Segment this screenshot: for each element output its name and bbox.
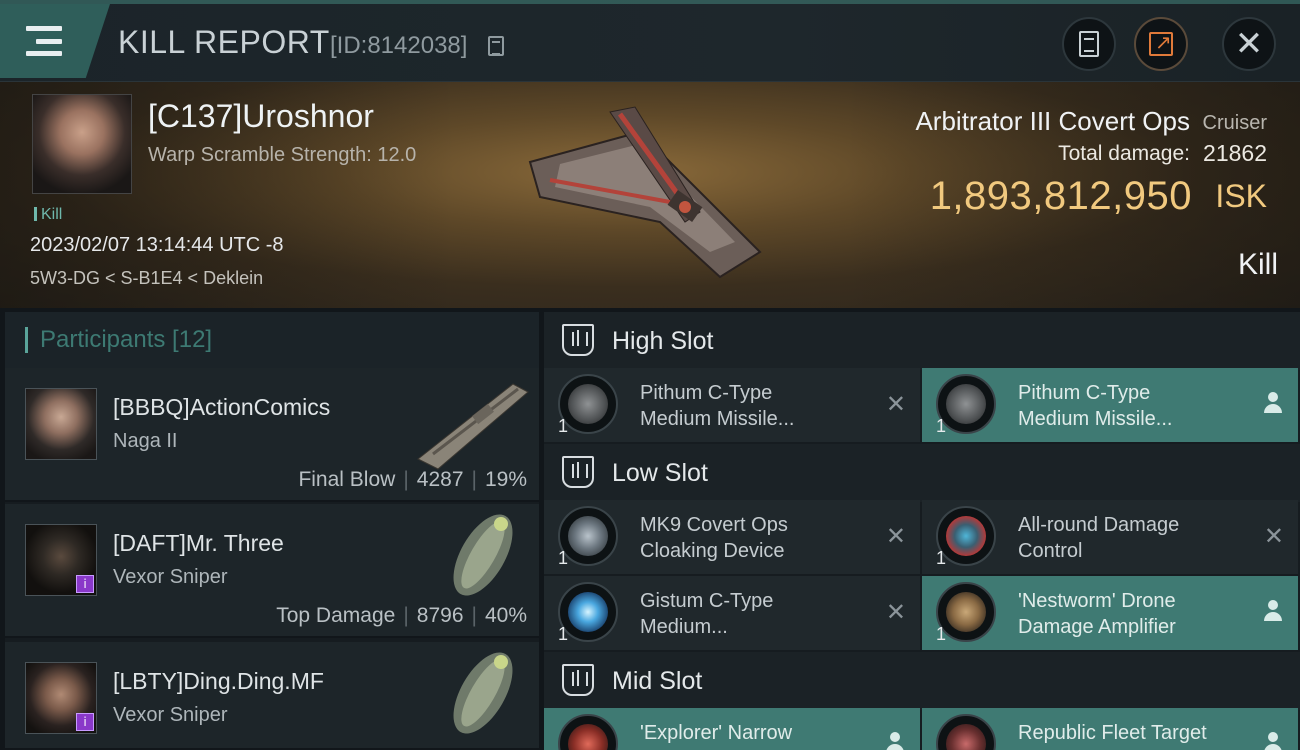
total-damage-value: 21862: [1203, 140, 1267, 166]
high-slot-header: High Slot: [544, 312, 1300, 370]
participant-ship: Naga II: [113, 430, 178, 452]
warp-scramble-strength: Warp Scramble Strength: 12.0: [148, 144, 417, 166]
isk-unit: ISK: [1215, 178, 1267, 214]
kill-tag: Kill: [34, 206, 62, 224]
report-id: [ID:8142038]: [330, 32, 468, 59]
participant-card[interactable]: i [LBTY]Ding.Ding.MF Vexor Sniper: [5, 642, 539, 750]
kill-datetime: 2023/02/07 13:14:44 UTC -8: [30, 234, 284, 256]
top-bar: KILL REPORT [ID:8142038] ✕: [0, 0, 1300, 82]
victim-name[interactable]: [C137]Uroshnor: [148, 98, 374, 135]
share-icon: [1149, 30, 1173, 56]
module-name: 'Explorer' Narrow: [640, 722, 793, 744]
participant-stats: Final Blow | 4287 | 19%: [298, 468, 527, 491]
module-quantity: 1: [936, 624, 947, 644]
info-badge-icon: i: [76, 575, 94, 593]
high-slot-icon: [562, 324, 594, 356]
participant-name: [LBTY]Ding.Ding.MF: [113, 668, 324, 694]
slot-title: High Slot: [612, 327, 714, 355]
victim-ship-class: Cruiser: [1202, 112, 1267, 134]
module-name: Republic Fleet Target: [1018, 722, 1207, 744]
module-item[interactable]: Republic Fleet Target: [922, 708, 1298, 750]
module-name: Pithum C-Type Medium Missile...: [1018, 382, 1173, 430]
module-item[interactable]: 1 MK9 Covert Ops Cloaking Device ✕: [544, 500, 920, 574]
mid-slot-icon: [562, 664, 594, 696]
participant-card[interactable]: i [DAFT]Mr. Three Vexor Sniper Top Damag…: [5, 504, 539, 638]
participant-ship-image: [417, 383, 529, 470]
kill-result: Kill: [1237, 248, 1278, 281]
kill-location[interactable]: 5W3-DG < S-B1E4 < Deklein: [30, 268, 263, 289]
module-name: Gistum C-Type Medium...: [640, 590, 774, 638]
participants-label: Participants [12]: [40, 326, 213, 353]
share-button[interactable]: [1134, 17, 1188, 71]
module-name: MK9 Covert Ops Cloaking Device: [640, 514, 788, 562]
module-quantity: 1: [558, 624, 569, 644]
module-quantity: 1: [558, 416, 569, 436]
participants-panel: Participants [12] [BBBQ]ActionComics Nag…: [5, 312, 539, 750]
module-item[interactable]: 1 'Nestworm' Drone Damage Amplifier: [922, 576, 1298, 650]
module-quantity: 1: [558, 548, 569, 568]
low-slot-header: Low Slot: [544, 444, 1300, 502]
target-painter-icon: [936, 714, 996, 750]
participant-card[interactable]: [BBBQ]ActionComics Naga II Final Blow | 42…: [5, 368, 539, 502]
mid-slot-header: Mid Slot: [544, 652, 1300, 710]
victim-banner: [C137]Uroshnor Warp Scramble Strength: 1…: [0, 82, 1300, 308]
total-damage-label: Total damage:: [1058, 142, 1190, 165]
person-icon: [1264, 392, 1282, 414]
page-title: KILL REPORT: [118, 24, 330, 60]
module-item[interactable]: 1 Pithum C-Type Medium Missile... ✕: [544, 368, 920, 442]
participant-name: [DAFT]Mr. Three: [113, 530, 284, 556]
module-name: All-round Damage Control: [1018, 514, 1180, 562]
person-icon: [886, 732, 904, 750]
participants-header: Participants [12]: [5, 312, 539, 368]
scanner-icon: [558, 714, 618, 750]
avatar: i: [25, 524, 97, 596]
fitting-panel: High Slot 1 Pithum C-Type Medium Missile.…: [544, 312, 1300, 750]
module-quantity: 1: [936, 416, 947, 436]
menu-button[interactable]: [0, 4, 110, 78]
info-badge-icon: i: [76, 713, 94, 731]
avatar: i: [25, 662, 97, 734]
module-item[interactable]: 1 All-round Damage Control ✕: [922, 500, 1298, 574]
victim-avatar[interactable]: [32, 94, 132, 194]
avatar: [25, 388, 97, 460]
destroyed-icon: ✕: [885, 598, 906, 626]
close-icon: ✕: [1234, 24, 1264, 64]
module-quantity: 1: [936, 548, 947, 568]
module-item[interactable]: 1 Gistum C-Type Medium... ✕: [544, 576, 920, 650]
person-icon: [1264, 600, 1282, 622]
module-item[interactable]: 'Explorer' Narrow: [544, 708, 920, 750]
close-button[interactable]: ✕: [1222, 17, 1276, 71]
hamburger-icon: [26, 26, 62, 56]
copy-icon[interactable]: [488, 36, 504, 56]
victim-ship-name[interactable]: Arbitrator III Covert Ops: [915, 106, 1190, 137]
destroyed-icon: ✕: [885, 390, 906, 418]
person-icon: [1264, 732, 1282, 750]
report-button[interactable]: [1062, 17, 1116, 71]
participant-stats: Top Damage | 8796 | 40%: [276, 604, 527, 627]
participant-ship: Vexor Sniper: [113, 566, 228, 588]
participant-ship-image: [453, 652, 513, 734]
slot-title: Low Slot: [612, 459, 708, 487]
document-icon: [1079, 31, 1099, 57]
victim-ship-image[interactable]: [520, 102, 770, 282]
destroyed-icon: ✕: [885, 522, 906, 550]
slot-title: Mid Slot: [612, 667, 703, 695]
module-name: 'Nestworm' Drone Damage Amplifier: [1018, 590, 1176, 638]
module-item[interactable]: 1 Pithum C-Type Medium Missile...: [922, 368, 1298, 442]
participant-ship-image: [453, 514, 513, 596]
participant-name: [BBBQ]ActionComics: [113, 394, 331, 420]
module-name: Pithum C-Type Medium Missile...: [640, 382, 795, 430]
participant-ship: Vexor Sniper: [113, 704, 228, 726]
destroyed-icon: ✕: [1263, 522, 1284, 550]
low-slot-icon: [562, 456, 594, 488]
isk-value: 1,893,812,950: [929, 174, 1192, 218]
